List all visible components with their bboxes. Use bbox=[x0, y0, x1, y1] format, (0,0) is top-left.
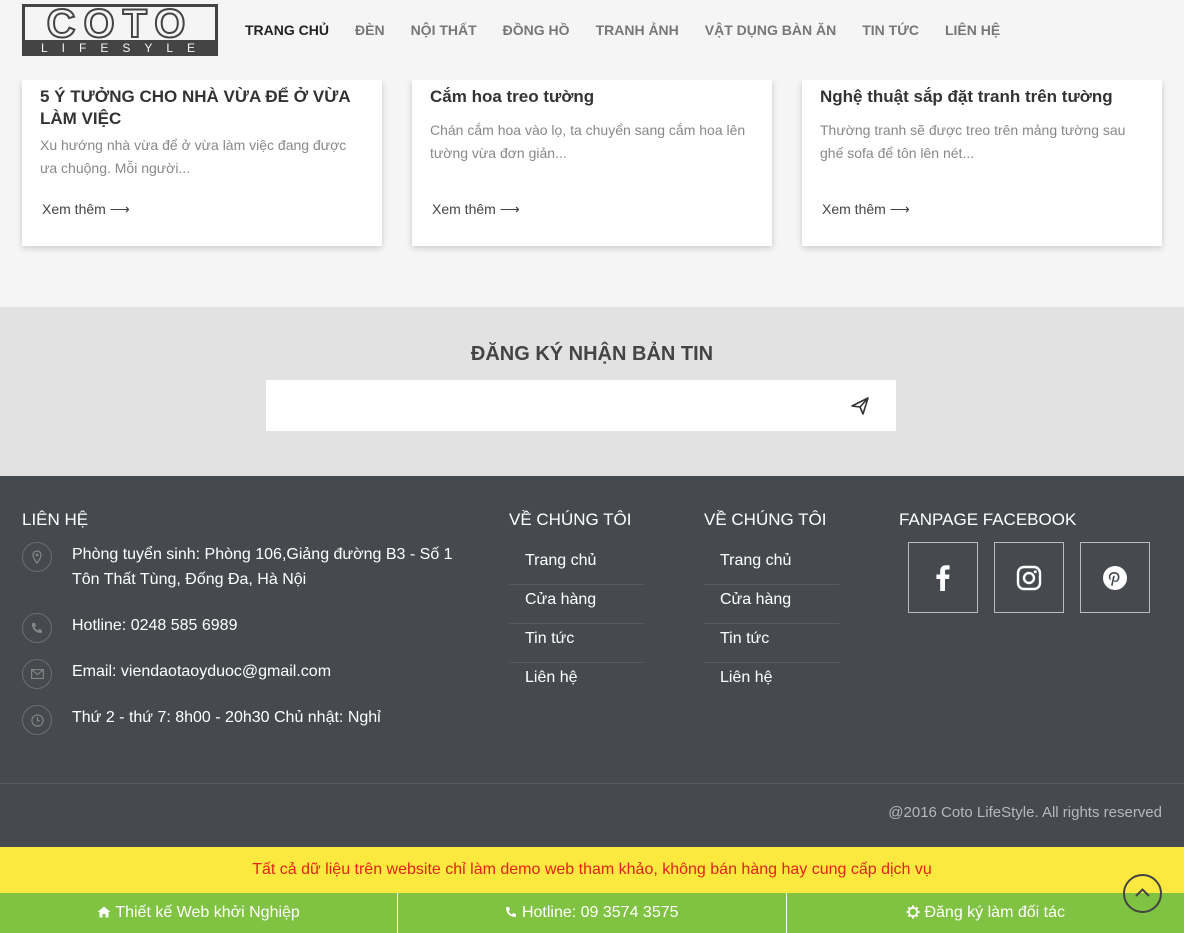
read-more-link[interactable]: Xem thêm ⟶ bbox=[822, 201, 910, 218]
nav-item-contact[interactable]: LIÊN HỆ bbox=[945, 22, 1000, 38]
clock-icon bbox=[22, 705, 52, 735]
about-heading: VỀ CHÚNG TÔI bbox=[704, 510, 827, 529]
demo-notice: Tất cả dữ liệu trên website chỉ làm demo… bbox=[0, 847, 1184, 893]
footer-link-home[interactable]: Trang chủ bbox=[704, 546, 839, 585]
post-card: 5 Ý TƯỞNG CHO NHÀ VỪA ĐỂ Ở VỪA LÀM VIỆC … bbox=[22, 80, 382, 246]
phone-icon bbox=[22, 613, 52, 643]
nav-item-lights[interactable]: ĐÈN bbox=[355, 22, 385, 38]
envelope-icon bbox=[22, 659, 52, 689]
nav-item-furniture[interactable]: NỘI THẤT bbox=[411, 22, 477, 38]
address-text: Phòng tuyển sinh: Phòng 106,Giảng đường … bbox=[72, 546, 453, 588]
footer-link-contact[interactable]: Liên hệ bbox=[704, 663, 839, 702]
footer-link-contact[interactable]: Liên hệ bbox=[509, 663, 644, 702]
post-card: Nghệ thuật sắp đặt tranh trên tường Thườ… bbox=[802, 80, 1162, 246]
send-icon[interactable] bbox=[850, 396, 870, 416]
chevron-up-icon bbox=[1135, 888, 1150, 897]
partner-register-label: Đăng ký làm đối tác bbox=[924, 904, 1065, 921]
main-nav: TRANG CHỦ ĐÈN NỘI THẤT ĐỒNG HỒ TRANH ẢNH… bbox=[245, 22, 1026, 38]
newsletter-section: ĐĂNG KÝ NHẬN BẢN TIN bbox=[0, 307, 1184, 476]
copyright-text: @2016 Coto LifeStyle. All rights reserve… bbox=[888, 804, 1162, 821]
contact-email: Email: viendaotaoyduoc@gmail.com bbox=[22, 659, 331, 689]
nav-item-pictures[interactable]: TRANH ẢNH bbox=[596, 22, 679, 38]
facebook-icon[interactable] bbox=[908, 542, 978, 613]
nav-item-news[interactable]: TIN TỨC bbox=[862, 22, 919, 38]
hotline-link[interactable]: Hotline: 09 3574 3575 bbox=[398, 893, 787, 933]
footer-divider bbox=[0, 783, 1184, 784]
gear-icon bbox=[906, 904, 920, 921]
newsletter-title: ĐĂNG KÝ NHẬN BẢN TIN bbox=[470, 343, 714, 365]
email-text[interactable]: Email: viendaotaoyduoc@gmail.com bbox=[72, 659, 331, 689]
newsletter-email-input[interactable] bbox=[266, 380, 826, 431]
post-card: Cắm hoa treo tường Chán cắm hoa vào lọ, … bbox=[412, 80, 772, 246]
instagram-icon[interactable] bbox=[994, 542, 1064, 613]
contact-hours: Thứ 2 - thứ 7: 8h00 - 20h30 Chủ nhật: Ng… bbox=[22, 705, 381, 735]
about-links: Trang chủ Cửa hàng Tin tức Liên hệ bbox=[704, 546, 839, 702]
about-links: Trang chủ Cửa hàng Tin tức Liên hệ bbox=[509, 546, 644, 702]
logo-text: COTO bbox=[46, 1, 194, 46]
site-header: COTO LIFESYLE TRANG CHỦ ĐÈN NỘI THẤT ĐỒN… bbox=[0, 0, 1184, 80]
post-title[interactable]: Cắm hoa treo tường bbox=[430, 86, 754, 108]
post-title[interactable]: Nghệ thuật sắp đặt tranh trên tường bbox=[820, 86, 1144, 108]
startup-web-design-link[interactable]: Thiết kế Web khởi Nghiệp bbox=[0, 893, 398, 933]
post-excerpt: Thường tranh sẽ được treo trên mảng tườn… bbox=[820, 122, 1126, 161]
post-excerpt: Xu hướng nhà vừa để ở vừa làm việc đang … bbox=[40, 137, 347, 176]
fanpage-heading: FANPAGE FACEBOOK bbox=[899, 510, 1077, 529]
read-more-link[interactable]: Xem thêm ⟶ bbox=[42, 201, 130, 218]
pinterest-icon[interactable] bbox=[1080, 542, 1150, 613]
post-title[interactable]: 5 Ý TƯỞNG CHO NHÀ VỪA ĐỂ Ở VỪA LÀM VIỆC bbox=[40, 86, 364, 130]
site-logo[interactable]: COTO LIFESYLE bbox=[22, 1, 218, 56]
footer-link-store[interactable]: Cửa hàng bbox=[704, 585, 839, 624]
newsletter-form bbox=[266, 380, 896, 431]
nav-item-home[interactable]: TRANG CHỦ bbox=[245, 22, 329, 38]
footer-link-home[interactable]: Trang chủ bbox=[509, 546, 644, 585]
read-more-link[interactable]: Xem thêm ⟶ bbox=[432, 201, 520, 218]
footer-link-news[interactable]: Tin tức bbox=[704, 624, 839, 663]
home-icon bbox=[97, 904, 111, 921]
phone-icon bbox=[505, 904, 517, 921]
logo-subtext: LIFESYLE bbox=[22, 40, 218, 56]
contact-hotline: Hotline: 0248 585 6989 bbox=[22, 613, 237, 643]
back-to-top-button[interactable] bbox=[1123, 874, 1162, 913]
footer-link-store[interactable]: Cửa hàng bbox=[509, 585, 644, 624]
bottom-action-bar: Thiết kế Web khởi Nghiệp Hotline: 09 357… bbox=[0, 893, 1184, 933]
nav-item-tableware[interactable]: VẬT DỤNG BÀN ĂN bbox=[705, 22, 836, 38]
post-excerpt: Chán cắm hoa vào lọ, ta chuyển sang cắm … bbox=[430, 122, 746, 161]
footer-link-news[interactable]: Tin tức bbox=[509, 624, 644, 663]
contact-heading: LIÊN HỆ bbox=[22, 510, 89, 529]
contact-address: Phòng tuyển sinh: Phòng 106,Giảng đường … bbox=[22, 542, 462, 592]
hotline-label: Hotline: 09 3574 3575 bbox=[521, 904, 679, 921]
hours-text: Thứ 2 - thứ 7: 8h00 - 20h30 Chủ nhật: Ng… bbox=[72, 709, 381, 726]
hotline-text: Hotline: 0248 585 6989 bbox=[72, 617, 238, 634]
startup-web-design-label: Thiết kế Web khởi Nghiệp bbox=[115, 904, 300, 921]
about-heading: VỀ CHÚNG TÔI bbox=[509, 510, 632, 529]
site-footer: LIÊN HỆ Phòng tuyển sinh: Phòng 106,Giản… bbox=[0, 476, 1184, 847]
map-marker-icon bbox=[22, 542, 52, 572]
nav-item-clocks[interactable]: ĐỒNG HỒ bbox=[503, 22, 570, 38]
